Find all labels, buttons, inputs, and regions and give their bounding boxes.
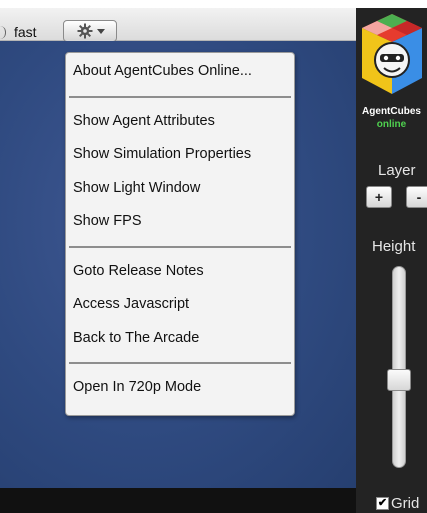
chevron-down-icon	[97, 29, 105, 34]
menu-item[interactable]: Show FPS	[73, 213, 142, 229]
brand-name: AgentCubes	[362, 106, 421, 117]
height-slider-thumb[interactable]	[387, 368, 411, 391]
agentcubes-logo	[362, 14, 422, 94]
layer-plus-button[interactable]: +	[366, 186, 392, 208]
menu-item[interactable]: Access Javascript	[73, 296, 189, 312]
layer-minus-button[interactable]: -	[406, 186, 427, 208]
grid-checkbox[interactable]: ✔	[376, 497, 389, 510]
menu-item[interactable]: Goto Release Notes	[73, 263, 204, 279]
menu-item[interactable]: Back to The Arcade	[73, 330, 199, 346]
bottom-bar	[0, 488, 356, 513]
grid-label: Grid	[391, 495, 420, 512]
menu-item[interactable]: About AgentCubes Online...	[73, 63, 252, 79]
sidebar: AgentCubes online Layer + - Height ✔ Gri…	[356, 8, 427, 513]
speed-label: fast	[14, 24, 37, 40]
gear-menu-button[interactable]	[63, 20, 117, 42]
menu-separator	[69, 362, 291, 364]
top-strip	[0, 0, 427, 8]
layer-label: Layer	[378, 162, 416, 179]
menu-item[interactable]: Show Light Window	[73, 180, 200, 196]
menu-item[interactable]: Open In 720p Mode	[73, 379, 201, 395]
menu-separator	[69, 95, 291, 98]
speed-slider-knob-icon[interactable]	[0, 26, 6, 39]
gear-icon	[77, 23, 93, 39]
online-status: online	[376, 119, 407, 130]
checkmark-icon: ✔	[377, 497, 388, 509]
toolbar: fast	[0, 8, 356, 42]
menu-item[interactable]: Show Simulation Properties	[73, 146, 251, 162]
settings-dropdown-menu: About AgentCubes Online... Show Agent Att…	[65, 52, 295, 416]
height-label: Height	[372, 238, 416, 255]
menu-item[interactable]: Show Agent Attributes	[73, 113, 215, 129]
height-slider-track[interactable]	[392, 266, 406, 468]
menu-separator	[69, 245, 291, 248]
